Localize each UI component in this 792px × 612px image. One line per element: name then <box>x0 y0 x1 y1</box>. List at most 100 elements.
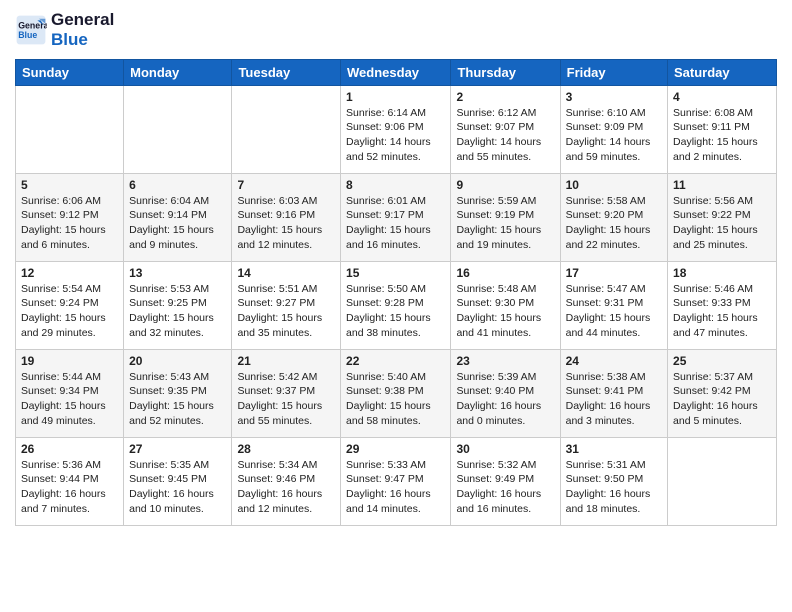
calendar-day-cell: 29Sunrise: 5:33 AM Sunset: 9:47 PM Dayli… <box>341 437 451 525</box>
day-info: Sunrise: 5:42 AM Sunset: 9:37 PM Dayligh… <box>237 370 335 429</box>
day-info: Sunrise: 5:39 AM Sunset: 9:40 PM Dayligh… <box>456 370 554 429</box>
weekday-header-wednesday: Wednesday <box>341 59 451 85</box>
day-info: Sunrise: 6:14 AM Sunset: 9:06 PM Dayligh… <box>346 106 445 165</box>
day-number: 7 <box>237 178 335 192</box>
day-info: Sunrise: 5:48 AM Sunset: 9:30 PM Dayligh… <box>456 282 554 341</box>
logo-icon: General Blue <box>15 14 47 46</box>
svg-text:General: General <box>18 21 47 31</box>
calendar-week-row: 1 Sunrise: 6:14 AM Sunset: 9:06 PM Daylig… <box>16 85 777 173</box>
day-number: 27 <box>129 442 226 456</box>
day-number: 16 <box>456 266 554 280</box>
day-number: 20 <box>129 354 226 368</box>
day-info: Sunrise: 5:38 AM Sunset: 9:41 PM Dayligh… <box>566 370 662 429</box>
day-number: 3 <box>566 90 662 104</box>
day-number: 8 <box>346 178 445 192</box>
day-info: Sunrise: 5:32 AM Sunset: 9:49 PM Dayligh… <box>456 458 554 517</box>
day-number: 23 <box>456 354 554 368</box>
calendar-day-cell: 23 Sunrise: 5:39 AM Sunset: 9:40 PM Dayli… <box>451 349 560 437</box>
calendar-week-row: 5Sunrise: 6:06 AM Sunset: 9:12 PM Daylig… <box>16 173 777 261</box>
day-number: 10 <box>566 178 662 192</box>
calendar-day-cell: 28 Sunrise: 5:34 AM Sunset: 9:46 PM Dayli… <box>232 437 341 525</box>
day-number: 19 <box>21 354 118 368</box>
calendar-day-cell: 14Sunrise: 5:51 AM Sunset: 9:27 PM Dayli… <box>232 261 341 349</box>
calendar-day-cell: 31Sunrise: 5:31 AM Sunset: 9:50 PM Dayli… <box>560 437 667 525</box>
calendar-header-row: SundayMondayTuesdayWednesdayThursdayFrid… <box>16 59 777 85</box>
page-header: General Blue General Blue <box>15 10 777 51</box>
day-number: 6 <box>129 178 226 192</box>
day-info: Sunrise: 5:44 AM Sunset: 9:34 PM Dayligh… <box>21 370 118 429</box>
weekday-header-sunday: Sunday <box>16 59 124 85</box>
day-number: 12 <box>21 266 118 280</box>
calendar-empty-cell <box>668 437 777 525</box>
day-number: 25 <box>673 354 771 368</box>
calendar-day-cell: 27 Sunrise: 5:35 AM Sunset: 9:45 PM Dayli… <box>124 437 232 525</box>
calendar-table: SundayMondayTuesdayWednesdayThursdayFrid… <box>15 59 777 526</box>
day-info: Sunrise: 6:12 AM Sunset: 9:07 PM Dayligh… <box>456 106 554 165</box>
logo-text: General Blue <box>51 10 114 51</box>
calendar-day-cell: 16 Sunrise: 5:48 AM Sunset: 9:30 PM Dayli… <box>451 261 560 349</box>
calendar-day-cell: 26 Sunrise: 5:36 AM Sunset: 9:44 PM Dayli… <box>16 437 124 525</box>
day-number: 24 <box>566 354 662 368</box>
day-info: Sunrise: 5:54 AM Sunset: 9:24 PM Dayligh… <box>21 282 118 341</box>
day-info: Sunrise: 5:46 AM Sunset: 9:33 PM Dayligh… <box>673 282 771 341</box>
day-info: Sunrise: 6:04 AM Sunset: 9:14 PM Dayligh… <box>129 194 226 253</box>
day-number: 13 <box>129 266 226 280</box>
calendar-empty-cell <box>16 85 124 173</box>
day-info: Sunrise: 5:33 AM Sunset: 9:47 PM Dayligh… <box>346 458 445 517</box>
day-info: Sunrise: 5:51 AM Sunset: 9:27 PM Dayligh… <box>237 282 335 341</box>
day-number: 4 <box>673 90 771 104</box>
day-info: Sunrise: 5:35 AM Sunset: 9:45 PM Dayligh… <box>129 458 226 517</box>
calendar-day-cell: 11Sunrise: 5:56 AM Sunset: 9:22 PM Dayli… <box>668 173 777 261</box>
calendar-day-cell: 19 Sunrise: 5:44 AM Sunset: 9:34 PM Dayli… <box>16 349 124 437</box>
calendar-day-cell: 30 Sunrise: 5:32 AM Sunset: 9:49 PM Dayli… <box>451 437 560 525</box>
day-info: Sunrise: 5:36 AM Sunset: 9:44 PM Dayligh… <box>21 458 118 517</box>
day-number: 28 <box>237 442 335 456</box>
day-info: Sunrise: 6:10 AM Sunset: 9:09 PM Dayligh… <box>566 106 662 165</box>
day-info: Sunrise: 5:58 AM Sunset: 9:20 PM Dayligh… <box>566 194 662 253</box>
day-number: 30 <box>456 442 554 456</box>
day-info: Sunrise: 6:08 AM Sunset: 9:11 PM Dayligh… <box>673 106 771 165</box>
day-number: 31 <box>566 442 662 456</box>
calendar-day-cell: 18Sunrise: 5:46 AM Sunset: 9:33 PM Dayli… <box>668 261 777 349</box>
calendar-empty-cell <box>124 85 232 173</box>
day-info: Sunrise: 5:43 AM Sunset: 9:35 PM Dayligh… <box>129 370 226 429</box>
calendar-day-cell: 25Sunrise: 5:37 AM Sunset: 9:42 PM Dayli… <box>668 349 777 437</box>
day-info: Sunrise: 6:03 AM Sunset: 9:16 PM Dayligh… <box>237 194 335 253</box>
calendar-day-cell: 6 Sunrise: 6:04 AM Sunset: 9:14 PM Daylig… <box>124 173 232 261</box>
day-info: Sunrise: 5:47 AM Sunset: 9:31 PM Dayligh… <box>566 282 662 341</box>
day-number: 11 <box>673 178 771 192</box>
calendar-day-cell: 12 Sunrise: 5:54 AM Sunset: 9:24 PM Dayli… <box>16 261 124 349</box>
day-number: 22 <box>346 354 445 368</box>
logo: General Blue General Blue <box>15 10 114 51</box>
weekday-header-friday: Friday <box>560 59 667 85</box>
day-info: Sunrise: 5:34 AM Sunset: 9:46 PM Dayligh… <box>237 458 335 517</box>
calendar-empty-cell <box>232 85 341 173</box>
calendar-day-cell: 9 Sunrise: 5:59 AM Sunset: 9:19 PM Daylig… <box>451 173 560 261</box>
day-number: 17 <box>566 266 662 280</box>
calendar-day-cell: 21 Sunrise: 5:42 AM Sunset: 9:37 PM Dayli… <box>232 349 341 437</box>
calendar-week-row: 26 Sunrise: 5:36 AM Sunset: 9:44 PM Dayli… <box>16 437 777 525</box>
calendar-day-cell: 5Sunrise: 6:06 AM Sunset: 9:12 PM Daylig… <box>16 173 124 261</box>
calendar-day-cell: 17 Sunrise: 5:47 AM Sunset: 9:31 PM Dayli… <box>560 261 667 349</box>
day-info: Sunrise: 6:01 AM Sunset: 9:17 PM Dayligh… <box>346 194 445 253</box>
calendar-day-cell: 1 Sunrise: 6:14 AM Sunset: 9:06 PM Daylig… <box>341 85 451 173</box>
day-number: 9 <box>456 178 554 192</box>
calendar-day-cell: 22Sunrise: 5:40 AM Sunset: 9:38 PM Dayli… <box>341 349 451 437</box>
day-info: Sunrise: 5:50 AM Sunset: 9:28 PM Dayligh… <box>346 282 445 341</box>
calendar-day-cell: 4 Sunrise: 6:08 AM Sunset: 9:11 PM Daylig… <box>668 85 777 173</box>
day-number: 21 <box>237 354 335 368</box>
calendar-day-cell: 10 Sunrise: 5:58 AM Sunset: 9:20 PM Dayli… <box>560 173 667 261</box>
day-number: 26 <box>21 442 118 456</box>
calendar-day-cell: 13 Sunrise: 5:53 AM Sunset: 9:25 PM Dayli… <box>124 261 232 349</box>
day-info: Sunrise: 5:59 AM Sunset: 9:19 PM Dayligh… <box>456 194 554 253</box>
calendar-day-cell: 7 Sunrise: 6:03 AM Sunset: 9:16 PM Daylig… <box>232 173 341 261</box>
page-container: General Blue General Blue SundayMondayTu… <box>0 0 792 536</box>
day-number: 2 <box>456 90 554 104</box>
calendar-week-row: 19 Sunrise: 5:44 AM Sunset: 9:34 PM Dayli… <box>16 349 777 437</box>
calendar-day-cell: 15Sunrise: 5:50 AM Sunset: 9:28 PM Dayli… <box>341 261 451 349</box>
svg-text:Blue: Blue <box>18 30 37 40</box>
day-info: Sunrise: 5:53 AM Sunset: 9:25 PM Dayligh… <box>129 282 226 341</box>
day-number: 1 <box>346 90 445 104</box>
calendar-day-cell: 24 Sunrise: 5:38 AM Sunset: 9:41 PM Dayli… <box>560 349 667 437</box>
weekday-header-thursday: Thursday <box>451 59 560 85</box>
